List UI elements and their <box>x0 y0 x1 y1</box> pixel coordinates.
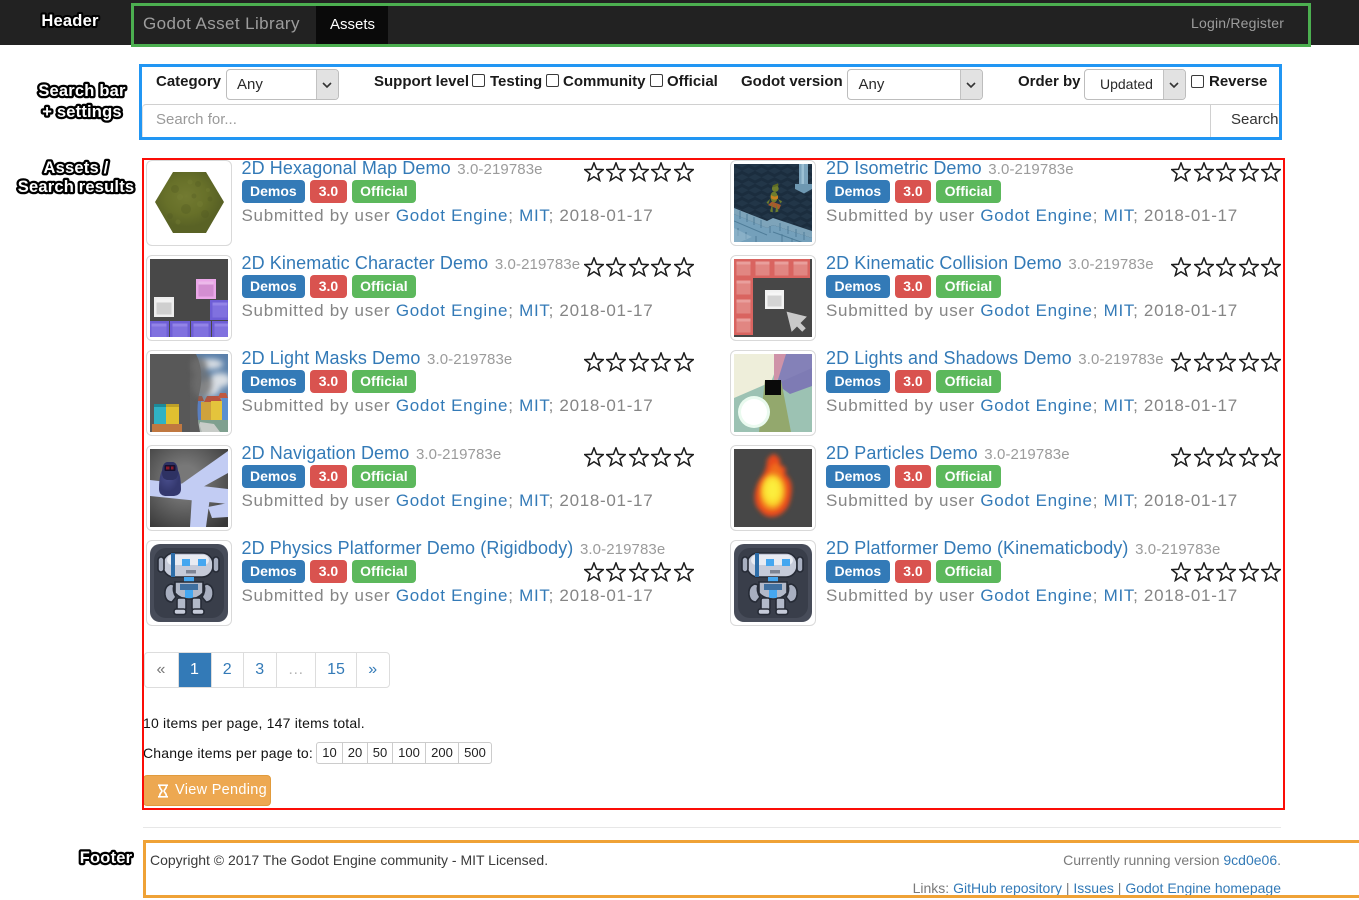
svg-text:Header: Header <box>41 12 99 30</box>
svg-text:+ settings: + settings <box>42 103 121 121</box>
svg-text:Footer: Footer <box>80 849 133 867</box>
svg-text:Assets /: Assets / <box>44 159 109 177</box>
svg-text:Search results: Search results <box>18 178 135 196</box>
svg-text:Search bar: Search bar <box>38 82 126 100</box>
